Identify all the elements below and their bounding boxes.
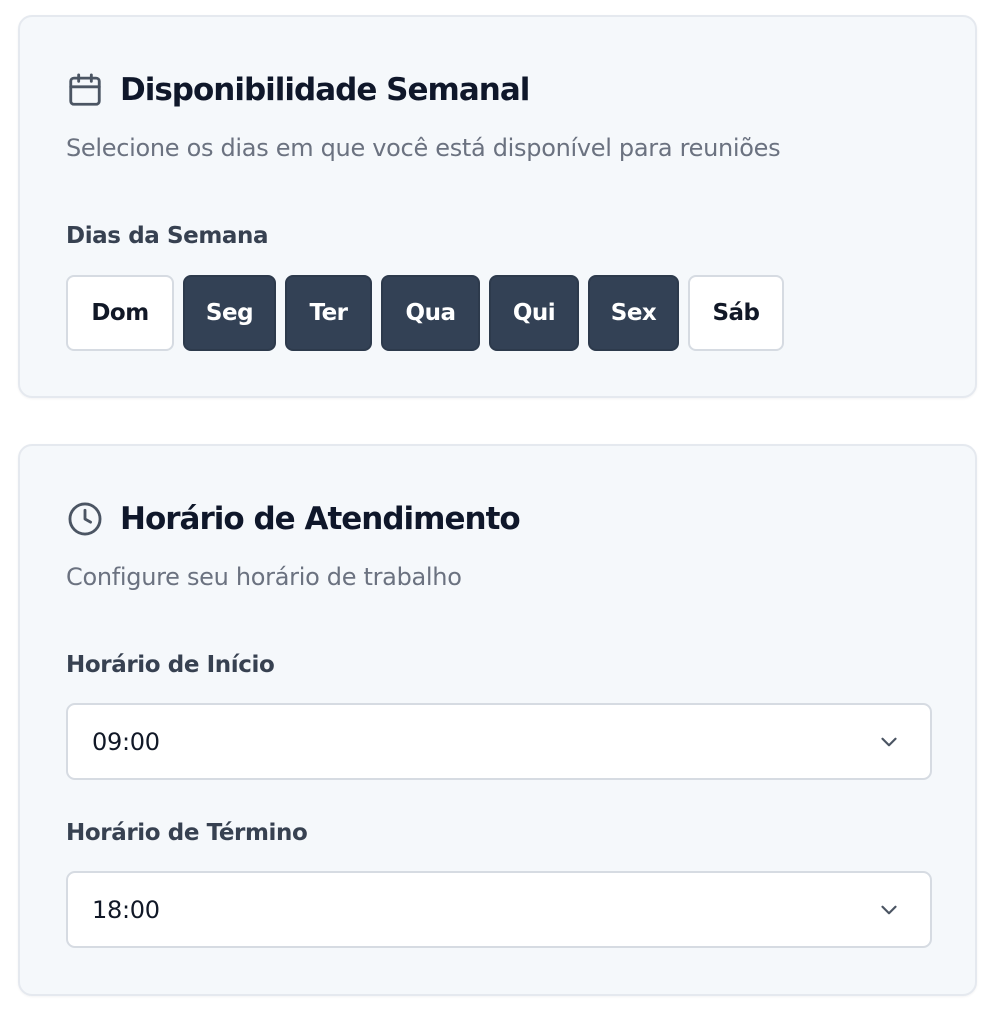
start-time-label: Horário de Início: [66, 652, 275, 678]
weekly-availability-card: Disponibilidade Semanal Selecione os dia…: [18, 15, 977, 398]
day-toggle-ter[interactable]: Ter: [285, 275, 372, 351]
availability-subtitle: Selecione os dias em que você está dispo…: [66, 134, 781, 162]
chevron-down-icon: [881, 737, 897, 746]
availability-title: Disponibilidade Semanal: [120, 72, 530, 108]
clock-icon: [68, 502, 102, 536]
day-toggle-qua[interactable]: Qua: [381, 275, 480, 351]
end-time-label: Horário de Término: [66, 820, 308, 846]
chevron-down-icon: [881, 905, 897, 914]
day-toggle-sab[interactable]: Sáb: [688, 275, 784, 351]
hours-title: Horário de Atendimento: [120, 501, 521, 537]
days-of-week-label: Dias da Semana: [66, 223, 269, 249]
hours-subtitle: Configure seu horário de trabalho: [66, 563, 462, 591]
availability-header: Disponibilidade Semanal: [66, 71, 530, 109]
end-time-value: 18:00: [92, 895, 160, 924]
hours-header: Horário de Atendimento: [66, 500, 521, 538]
working-hours-card: Horário de Atendimento Configure seu hor…: [18, 444, 977, 996]
start-time-select[interactable]: 09:00: [66, 703, 932, 780]
day-toggle-qui[interactable]: Qui: [489, 275, 579, 351]
start-time-value: 09:00: [92, 727, 160, 756]
day-toggle-sex[interactable]: Sex: [588, 275, 679, 351]
calendar-icon: [69, 73, 101, 106]
days-of-week-selector: Dom Seg Ter Qua Qui Sex Sáb: [66, 275, 793, 351]
day-toggle-dom[interactable]: Dom: [66, 275, 174, 351]
end-time-select[interactable]: 18:00: [66, 871, 932, 948]
day-toggle-seg[interactable]: Seg: [183, 275, 276, 351]
